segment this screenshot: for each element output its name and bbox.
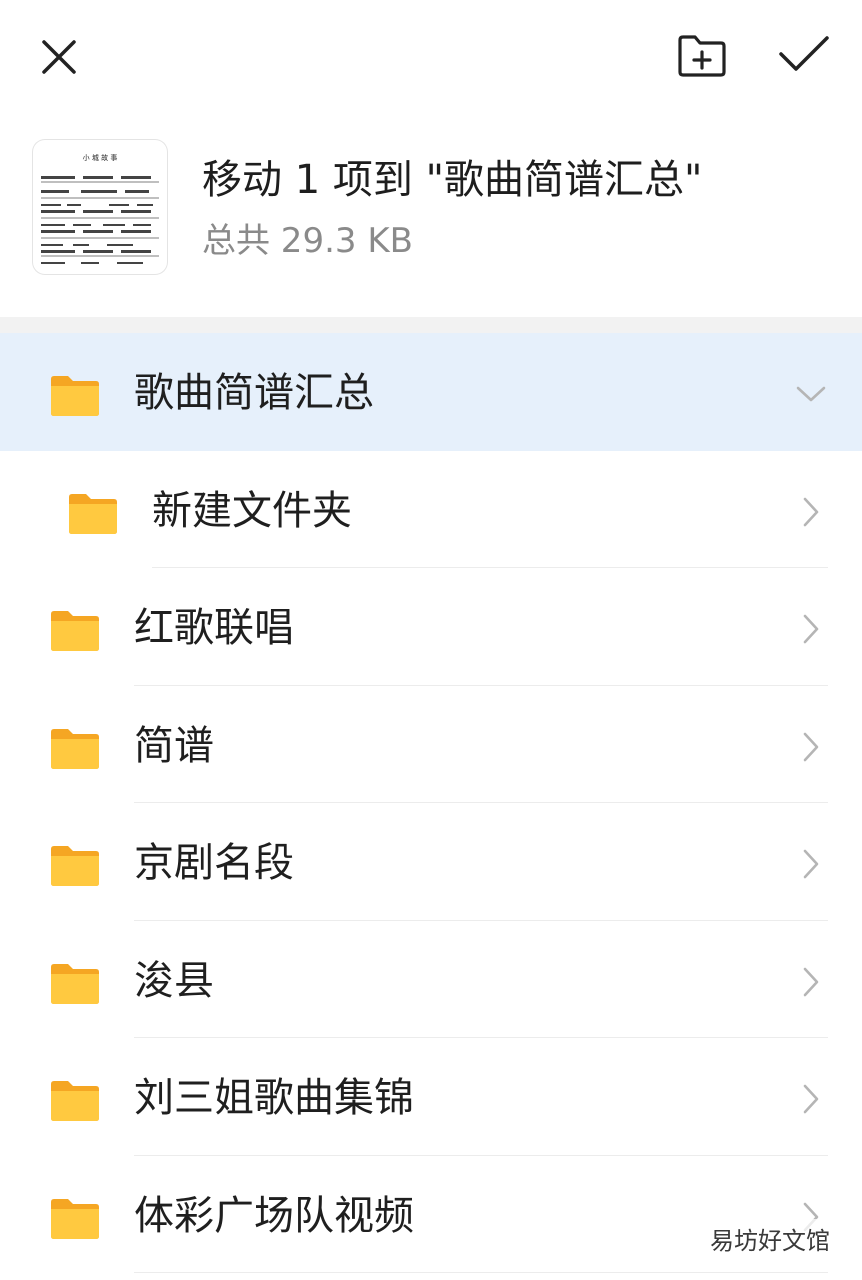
chevron-down-icon[interactable] <box>794 381 828 407</box>
folder-row[interactable]: 红歌联唱 <box>0 568 862 686</box>
folder-icon <box>51 846 99 886</box>
move-summary: 小 城 故 事 移动 1 项到 "歌曲简谱汇总" 总共 29.3 KB <box>0 130 862 300</box>
folder-label: 刘三姐歌曲集锦 <box>134 1075 414 1121</box>
folder-row[interactable]: 京剧名段 <box>0 803 862 921</box>
folder-icon <box>51 376 99 416</box>
close-icon[interactable] <box>36 34 82 80</box>
folder-icon <box>51 1081 99 1121</box>
folder-row[interactable]: 简谱 <box>0 686 862 803</box>
folder-label: 简谱 <box>134 722 214 769</box>
move-title: 移动 1 项到 "歌曲简谱汇总" <box>202 157 703 203</box>
total-size: 总共 29.3 KB <box>202 221 413 261</box>
folder-icon <box>51 728 99 769</box>
folder-plus-icon[interactable] <box>676 32 728 80</box>
folder-label: 体彩广场队视频 <box>134 1192 414 1239</box>
folder-icon <box>51 963 99 1004</box>
folder-icon <box>51 1198 99 1239</box>
folder-row[interactable]: 刘三姐歌曲集锦 <box>0 1038 862 1156</box>
section-separator <box>0 317 862 333</box>
chevron-right-icon <box>803 614 819 644</box>
file-thumbnail: 小 城 故 事 <box>33 140 167 274</box>
folder-list: 歌曲简谱汇总 新建文件夹 红歌联唱 简谱 京剧名段 浚县 刘三姐歌曲集锦 体彩广… <box>0 333 862 1273</box>
top-toolbar <box>0 0 862 115</box>
folder-label: 红歌联唱 <box>134 605 294 651</box>
folder-label: 京剧名段 <box>134 840 294 886</box>
folder-label: 浚县 <box>134 957 214 1004</box>
folder-row[interactable]: 新建文件夹 <box>0 451 862 568</box>
row-divider <box>134 1272 828 1273</box>
watermark-text: 易坊好文馆 <box>704 1219 836 1258</box>
check-icon[interactable] <box>776 32 832 78</box>
folder-icon <box>69 493 117 534</box>
folder-row-selected[interactable]: 歌曲简谱汇总 <box>0 333 862 451</box>
chevron-right-icon <box>803 849 819 879</box>
folder-label: 歌曲简谱汇总 <box>134 370 374 416</box>
folder-row[interactable]: 浚县 <box>0 921 862 1038</box>
chevron-right-icon <box>803 732 819 761</box>
chevron-right-icon <box>803 1084 819 1114</box>
folder-icon <box>51 611 99 651</box>
thumbnail-title: 小 城 故 事 <box>83 153 118 162</box>
chevron-right-icon <box>803 967 819 996</box>
folder-label: 新建文件夹 <box>152 487 352 534</box>
chevron-right-icon <box>803 497 819 526</box>
